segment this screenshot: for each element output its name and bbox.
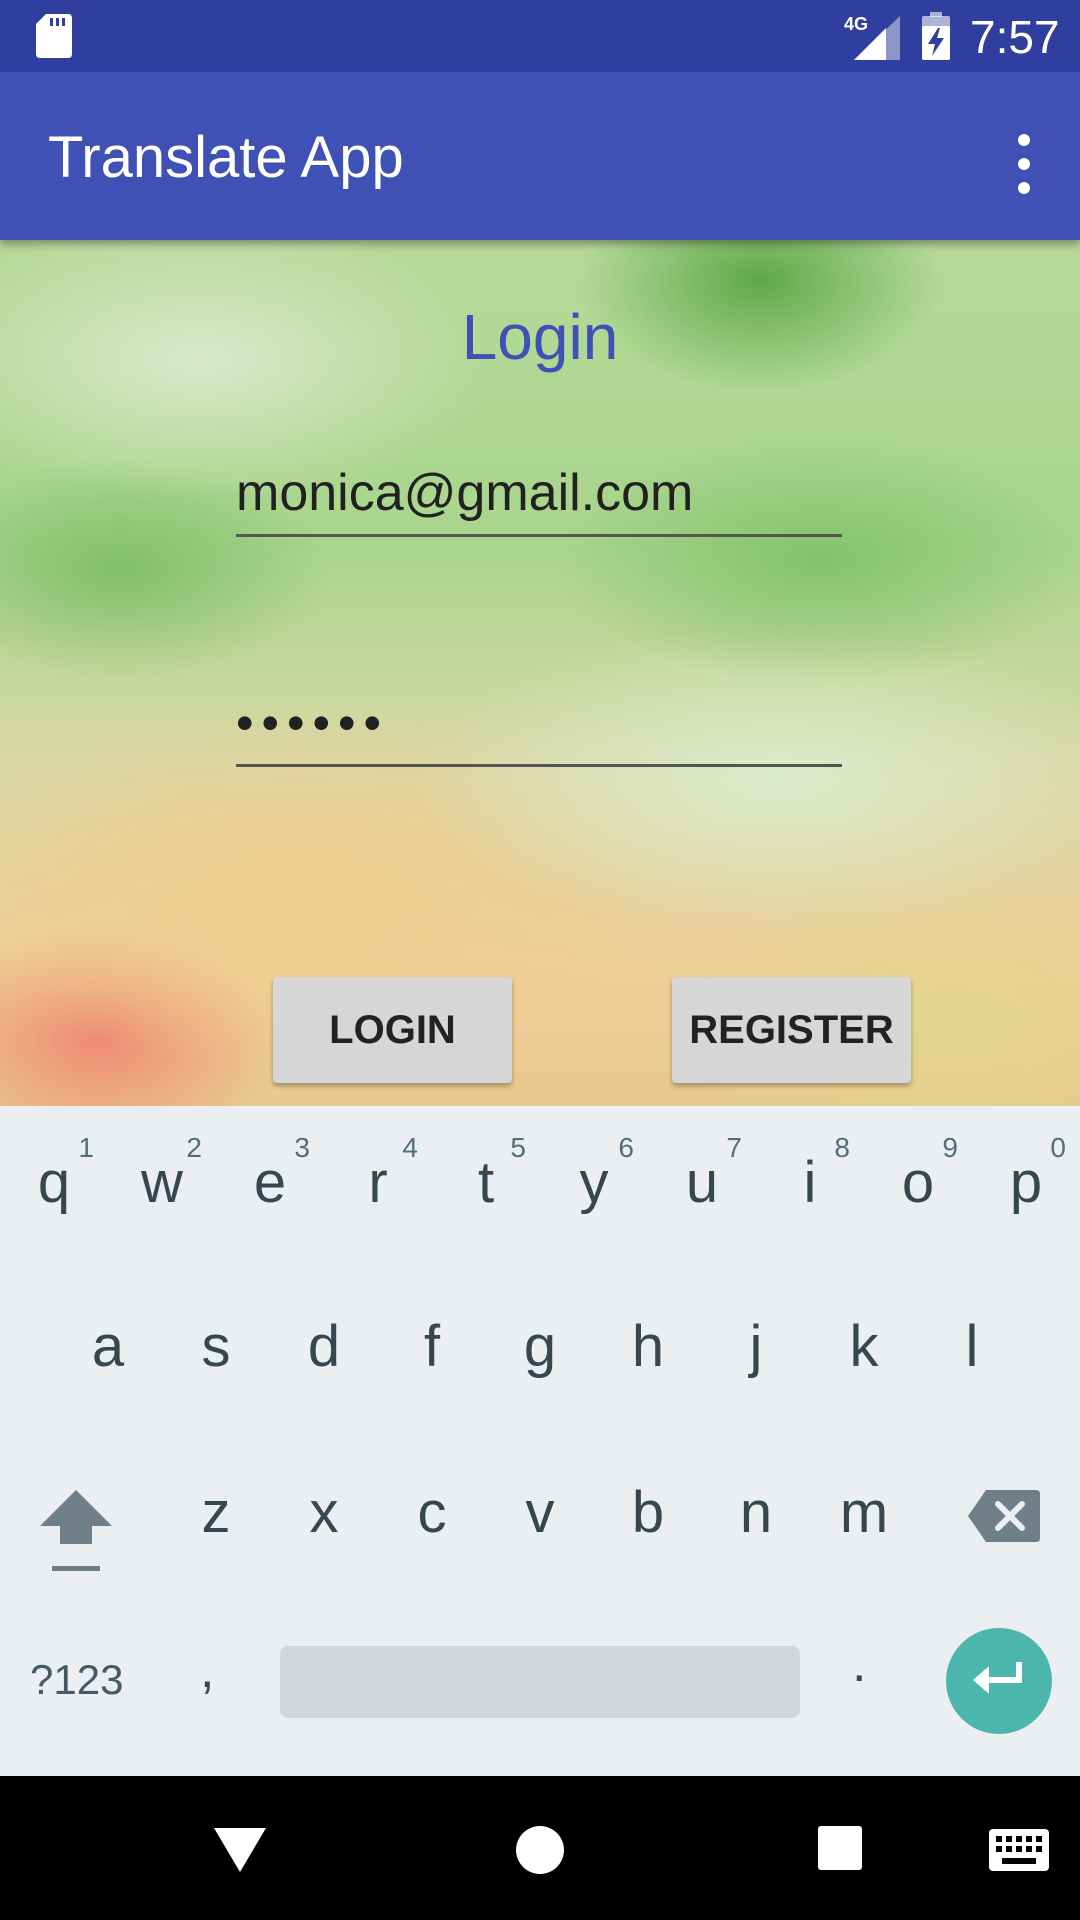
- key-r[interactable]: 4r: [324, 1132, 432, 1238]
- key-g[interactable]: g: [486, 1312, 594, 1402]
- key-t[interactable]: 5t: [432, 1132, 540, 1238]
- key-l[interactable]: l: [918, 1312, 1026, 1402]
- symbols-key[interactable]: ?123: [30, 1656, 123, 1704]
- key-b[interactable]: b: [594, 1478, 702, 1568]
- status-bar: 4G 7:57: [0, 0, 1080, 72]
- period-key[interactable]: .: [852, 1634, 866, 1694]
- key-k[interactable]: k: [810, 1312, 918, 1402]
- password-field[interactable]: ••••••: [236, 688, 842, 767]
- key-x[interactable]: x: [270, 1478, 378, 1568]
- space-key[interactable]: [280, 1646, 800, 1718]
- key-e[interactable]: 3e: [216, 1132, 324, 1238]
- key-p[interactable]: 0p: [972, 1132, 1080, 1238]
- key-u[interactable]: 7u: [648, 1132, 756, 1238]
- keyboard-switch-icon[interactable]: [988, 1828, 1050, 1872]
- register-button[interactable]: REGISTER: [672, 977, 911, 1083]
- key-d[interactable]: d: [270, 1312, 378, 1402]
- enter-key[interactable]: [946, 1628, 1052, 1734]
- backspace-icon[interactable]: [966, 1488, 1042, 1544]
- key-f[interactable]: f: [378, 1312, 486, 1402]
- login-button[interactable]: LOGIN: [273, 977, 512, 1083]
- app-bar: Translate App: [0, 72, 1080, 240]
- enter-arrow-icon: [973, 1662, 1022, 1694]
- key-y[interactable]: 6y: [540, 1132, 648, 1238]
- key-j[interactable]: j: [702, 1312, 810, 1402]
- shift-icon[interactable]: [36, 1486, 116, 1576]
- key-a[interactable]: a: [54, 1312, 162, 1402]
- clock: 7:57: [970, 11, 1060, 63]
- key-s[interactable]: s: [162, 1312, 270, 1402]
- sd-card-icon: [36, 14, 72, 58]
- key-z[interactable]: z: [162, 1478, 270, 1568]
- network-type-label: 4G: [844, 14, 868, 34]
- key-q[interactable]: 1q: [0, 1132, 108, 1238]
- comma-key[interactable]: ,: [200, 1640, 214, 1700]
- email-field[interactable]: monica@gmail.com: [236, 458, 842, 537]
- key-o[interactable]: 9o: [864, 1132, 972, 1238]
- key-i[interactable]: 8i: [756, 1132, 864, 1238]
- key-c[interactable]: c: [378, 1478, 486, 1568]
- key-m[interactable]: m: [810, 1478, 918, 1568]
- login-heading: Login: [461, 301, 619, 373]
- key-h[interactable]: h: [594, 1312, 702, 1402]
- battery-charging-icon: [922, 12, 950, 60]
- home-icon[interactable]: [514, 1824, 566, 1876]
- key-v[interactable]: v: [486, 1478, 594, 1568]
- recents-icon[interactable]: [816, 1824, 864, 1872]
- app-title: Translate App: [48, 125, 404, 190]
- key-w[interactable]: 2w: [108, 1132, 216, 1238]
- overflow-menu-icon[interactable]: [1004, 128, 1044, 200]
- key-n[interactable]: n: [702, 1478, 810, 1568]
- signal-icon: 4G: [844, 14, 900, 60]
- back-icon[interactable]: [212, 1824, 268, 1876]
